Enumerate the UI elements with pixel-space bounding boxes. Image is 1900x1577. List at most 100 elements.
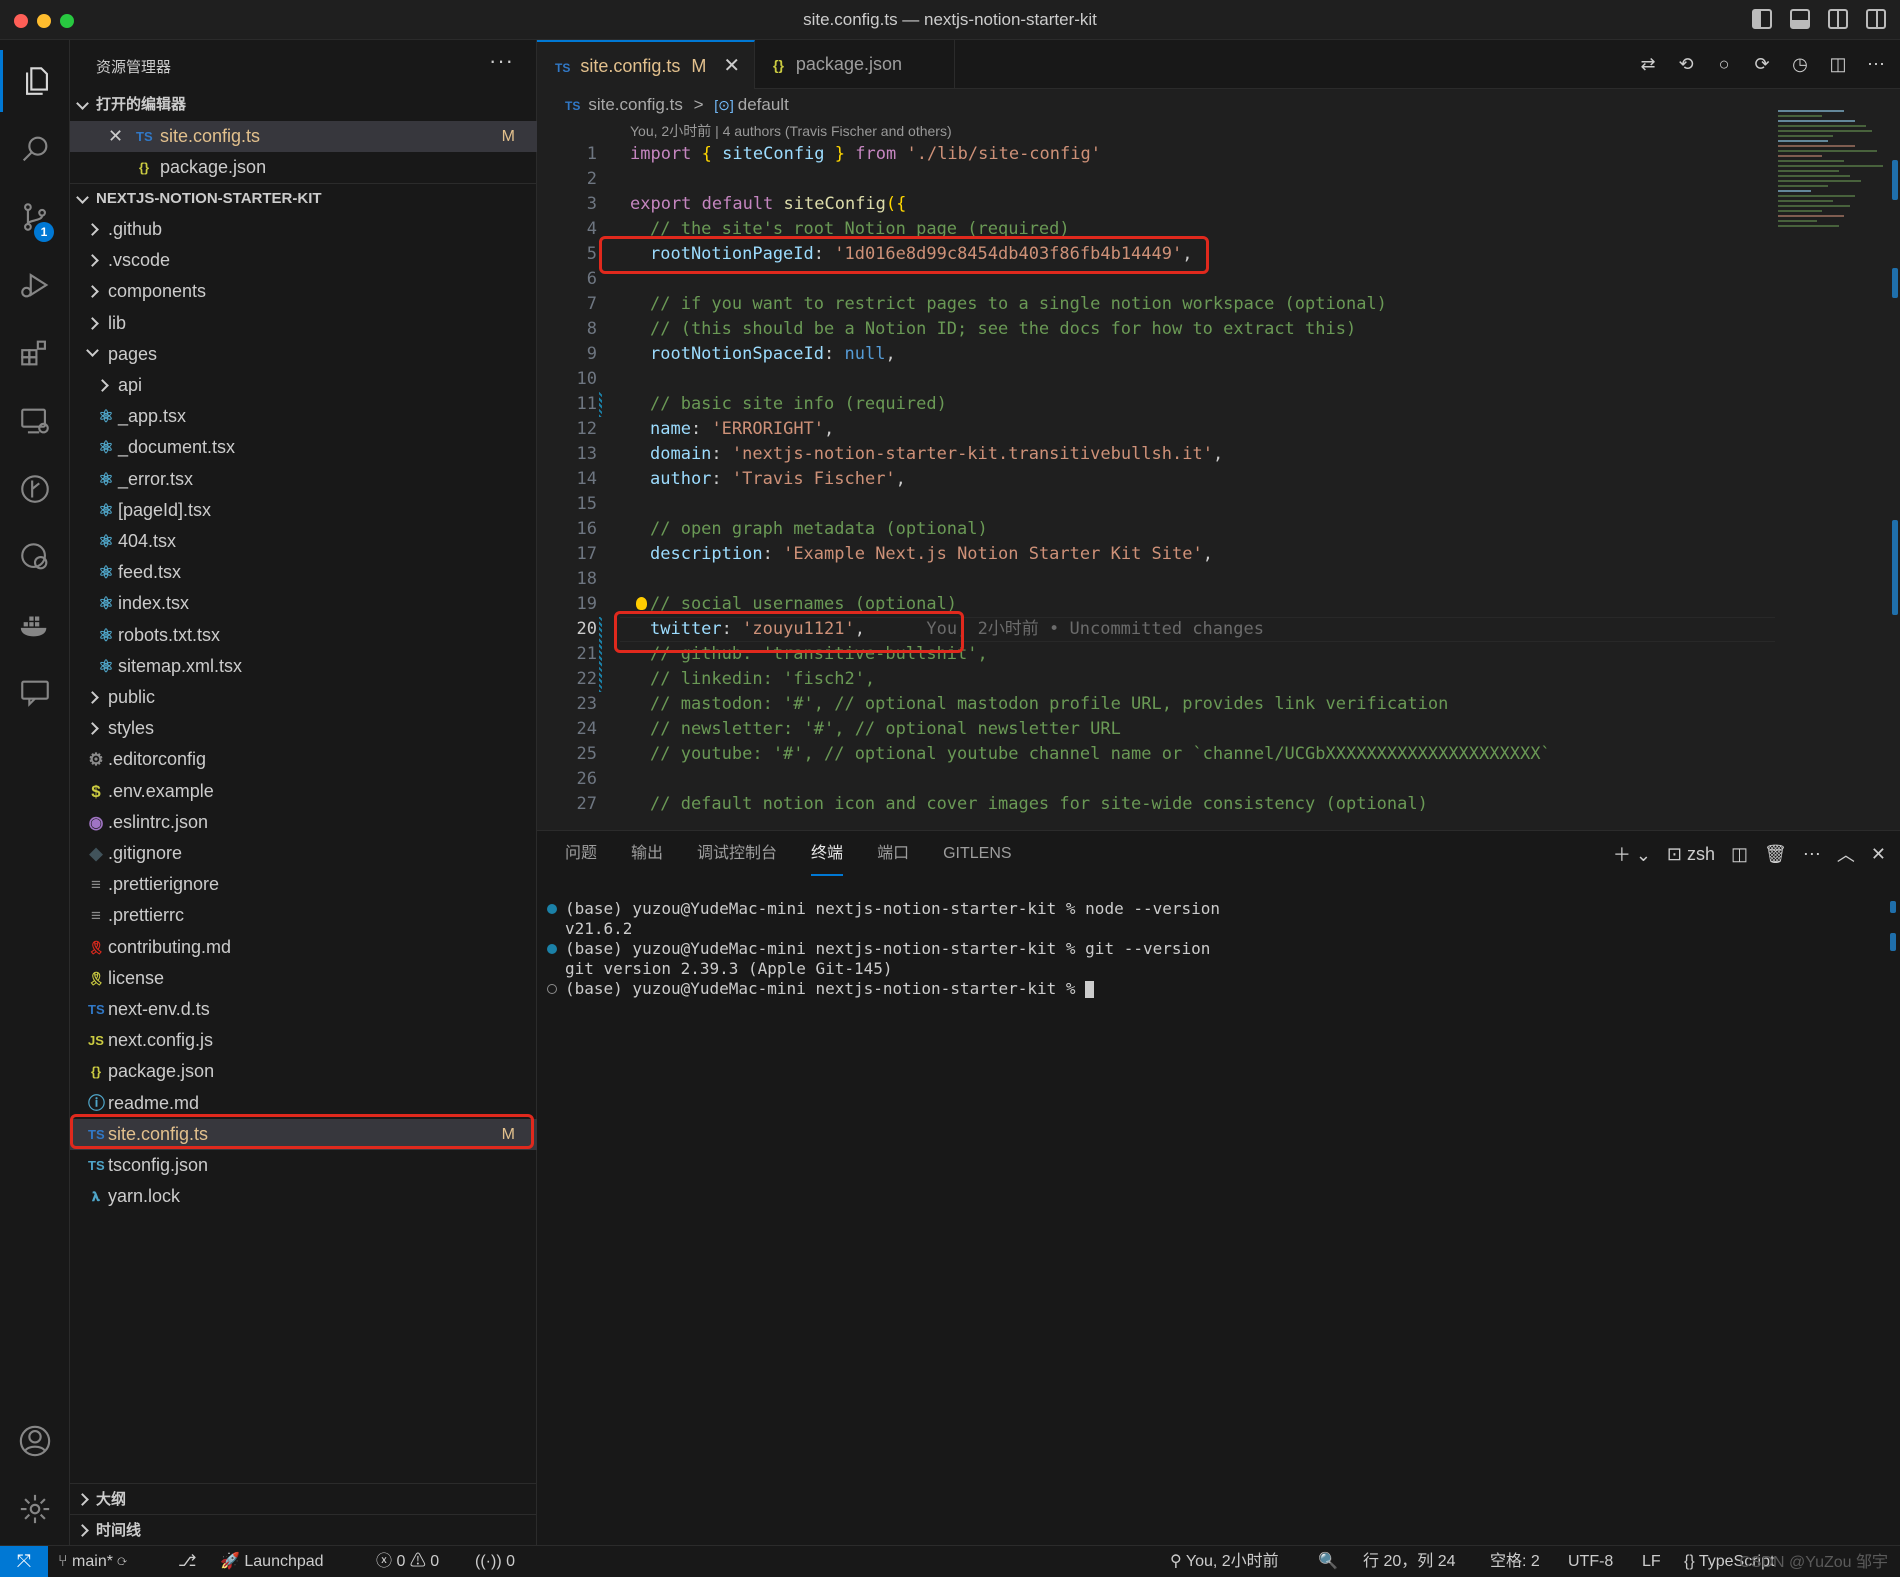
breadcrumb-symbol[interactable]: default (738, 95, 789, 114)
tab-gitlens[interactable]: GITLENS (943, 831, 1011, 876)
file-item[interactable]: ⚛ index.tsx (70, 588, 537, 619)
file-item[interactable]: 🎗 license (70, 963, 537, 994)
file-item[interactable]: 🎗 contributing.md (70, 932, 537, 963)
file-item[interactable]: ⚛ 404.tsx (70, 526, 537, 557)
sync-icon[interactable]: ⟳ (117, 1553, 127, 1570)
compare-changes-icon[interactable]: ⇄ (1638, 54, 1658, 74)
folder-item[interactable]: api (70, 370, 537, 401)
line-ending[interactable]: LF (1642, 1546, 1661, 1577)
tree-item-label: lib (108, 312, 127, 333)
outline-section-header[interactable]: 大纲 (70, 1483, 537, 1514)
search-icon[interactable] (0, 118, 70, 180)
comments-icon[interactable] (0, 662, 70, 724)
file-item[interactable]: ◆ .gitignore (70, 838, 537, 869)
maximize-panel-icon[interactable]: ︿ (1837, 841, 1855, 867)
file-item[interactable]: ◉ .eslintrc.json (70, 807, 537, 838)
source-control-icon[interactable]: 1 (0, 186, 70, 248)
tab-problems[interactable]: 问题 (565, 831, 597, 876)
extensions-icon[interactable] (0, 322, 70, 384)
gitlens-graph-icon[interactable]: ⎇ (178, 1546, 196, 1577)
folder-item[interactable]: lib (70, 308, 537, 339)
zoom-icon[interactable]: 🔍 (1318, 1546, 1338, 1577)
accounts-icon[interactable] (0, 1410, 70, 1472)
indentation[interactable]: 空格: 2 (1490, 1546, 1540, 1577)
timeline-section-header[interactable]: 时间线 (70, 1514, 537, 1545)
cursor-position[interactable]: 行 20，列 24 (1363, 1546, 1456, 1577)
file-item[interactable]: ⚛ _error.tsx (70, 464, 537, 495)
minimap[interactable] (1778, 110, 1888, 270)
terminal-scrollbar[interactable] (1890, 901, 1896, 913)
toggle-secondary-sidebar-icon[interactable] (1828, 9, 1848, 29)
settings-gear-icon[interactable] (0, 1478, 70, 1540)
gitlens-icon[interactable] (0, 458, 70, 520)
launchpad-item[interactable]: 🚀 Launchpad (220, 1546, 324, 1577)
broadcast-icon: ((·)) (475, 1553, 507, 1570)
folder-item[interactable]: styles (70, 713, 537, 744)
file-item[interactable]: ≡ .prettierignore (70, 869, 537, 900)
tab-package-json[interactable]: {} package.json (755, 40, 955, 89)
file-item[interactable]: ⚙ .editorconfig (70, 744, 537, 775)
customize-layout-icon[interactable] (1866, 9, 1886, 29)
terminal[interactable]: (base) yuzou@YudeMac-mini nextjs-notion-… (547, 899, 1220, 999)
file-item[interactable]: TS tsconfig.json (70, 1150, 537, 1181)
problems-indicator[interactable]: ⓧ 0 ⚠ 0 (376, 1546, 439, 1577)
more-actions-icon[interactable]: ⋯ (1866, 54, 1886, 74)
tab-output[interactable]: 输出 (631, 831, 663, 876)
gitlens-history-icon[interactable]: ◷ (1790, 54, 1810, 74)
split-editor-icon[interactable]: ◫ (1828, 54, 1848, 74)
more-actions-icon[interactable]: ⋯ (1803, 844, 1821, 865)
commit-icon[interactable]: ○ (1714, 54, 1734, 74)
breadcrumb-file[interactable]: site.config.ts (588, 95, 683, 114)
remote-indicator-icon[interactable]: ⤧ (0, 1546, 48, 1577)
folder-item[interactable]: components (70, 276, 537, 307)
file-item[interactable]: {} package.json (70, 1056, 537, 1087)
tab-debug-console[interactable]: 调试控制台 (697, 831, 777, 876)
split-terminal-icon[interactable]: ◫ (1731, 844, 1748, 865)
trash-icon[interactable]: 🗑 (1764, 844, 1787, 865)
open-editors-header[interactable]: 打开的编辑器 (70, 90, 537, 120)
tab-ports[interactable]: 端口 (877, 831, 909, 876)
toggle-primary-sidebar-icon[interactable] (1752, 9, 1772, 29)
file-item[interactable]: 𝛌 yarn.lock (70, 1181, 537, 1212)
close-icon[interactable]: ✕ (723, 55, 740, 77)
terminal-shell-icon[interactable]: ⊡ zsh (1667, 844, 1715, 865)
open-editor-item[interactable]: ✕ TS site.config.ts M (70, 121, 537, 152)
explorer-icon[interactable] (0, 50, 70, 112)
file-item[interactable]: ⚛ feed.tsx (70, 557, 537, 588)
encoding[interactable]: UTF-8 (1568, 1546, 1613, 1577)
docker-icon[interactable] (0, 594, 70, 656)
file-item[interactable]: ≡ .prettierrc (70, 900, 537, 931)
file-item[interactable]: TS next-env.d.ts (70, 994, 537, 1025)
remote-explorer-icon[interactable] (0, 390, 70, 452)
file-item[interactable]: JS next.config.js (70, 1025, 537, 1056)
close-icon[interactable]: ✕ (108, 121, 123, 152)
folder-item[interactable]: .vscode (70, 245, 537, 276)
file-item[interactable]: ⚛ sitemap.xml.tsx (70, 651, 537, 682)
gitlens-inspect-icon[interactable] (0, 526, 70, 588)
close-panel-icon[interactable]: ✕ (1871, 844, 1886, 865)
folder-item[interactable]: .github (70, 214, 537, 245)
folder-item[interactable]: pages (70, 339, 537, 370)
new-terminal-icon[interactable]: ＋ ⌄ (1613, 841, 1651, 867)
file-item[interactable]: ⚛ robots.txt.tsx (70, 620, 537, 651)
previous-change-icon[interactable]: ⟲ (1676, 54, 1696, 74)
branch-indicator[interactable]: ⑂ main* ⟳ (58, 1546, 127, 1577)
ports-indicator[interactable]: ((·)) 0 (475, 1546, 515, 1577)
gitlens-codelens[interactable]: You, 2小时前 | 4 authors (Travis Fischer an… (630, 121, 952, 141)
project-folder-header[interactable]: NEXTJS-NOTION-STARTER-KIT (70, 183, 537, 213)
explorer-more-icon[interactable]: ··· (489, 48, 514, 74)
run-debug-icon[interactable] (0, 254, 70, 316)
file-item[interactable]: ⚛ [pageId].tsx (70, 495, 537, 526)
file-item[interactable]: ⚛ _document.tsx (70, 432, 537, 463)
next-change-icon[interactable]: ⟳ (1752, 54, 1772, 74)
tab-terminal[interactable]: 终端 (811, 831, 844, 876)
blame-indicator[interactable]: ⚲ You, 2小时前 (1170, 1546, 1279, 1577)
toggle-panel-icon[interactable] (1790, 9, 1810, 29)
tab-site-config[interactable]: TS site.config.ts M ✕ (537, 40, 755, 89)
file-item[interactable]: $ .env.example (70, 776, 537, 807)
lightbulb-icon[interactable] (636, 597, 647, 610)
folder-item[interactable]: public (70, 682, 537, 713)
open-editor-item[interactable]: {} package.json (70, 152, 537, 183)
file-item[interactable]: ⚛ _app.tsx (70, 401, 537, 432)
editor-scrollbar[interactable] (1892, 160, 1898, 200)
